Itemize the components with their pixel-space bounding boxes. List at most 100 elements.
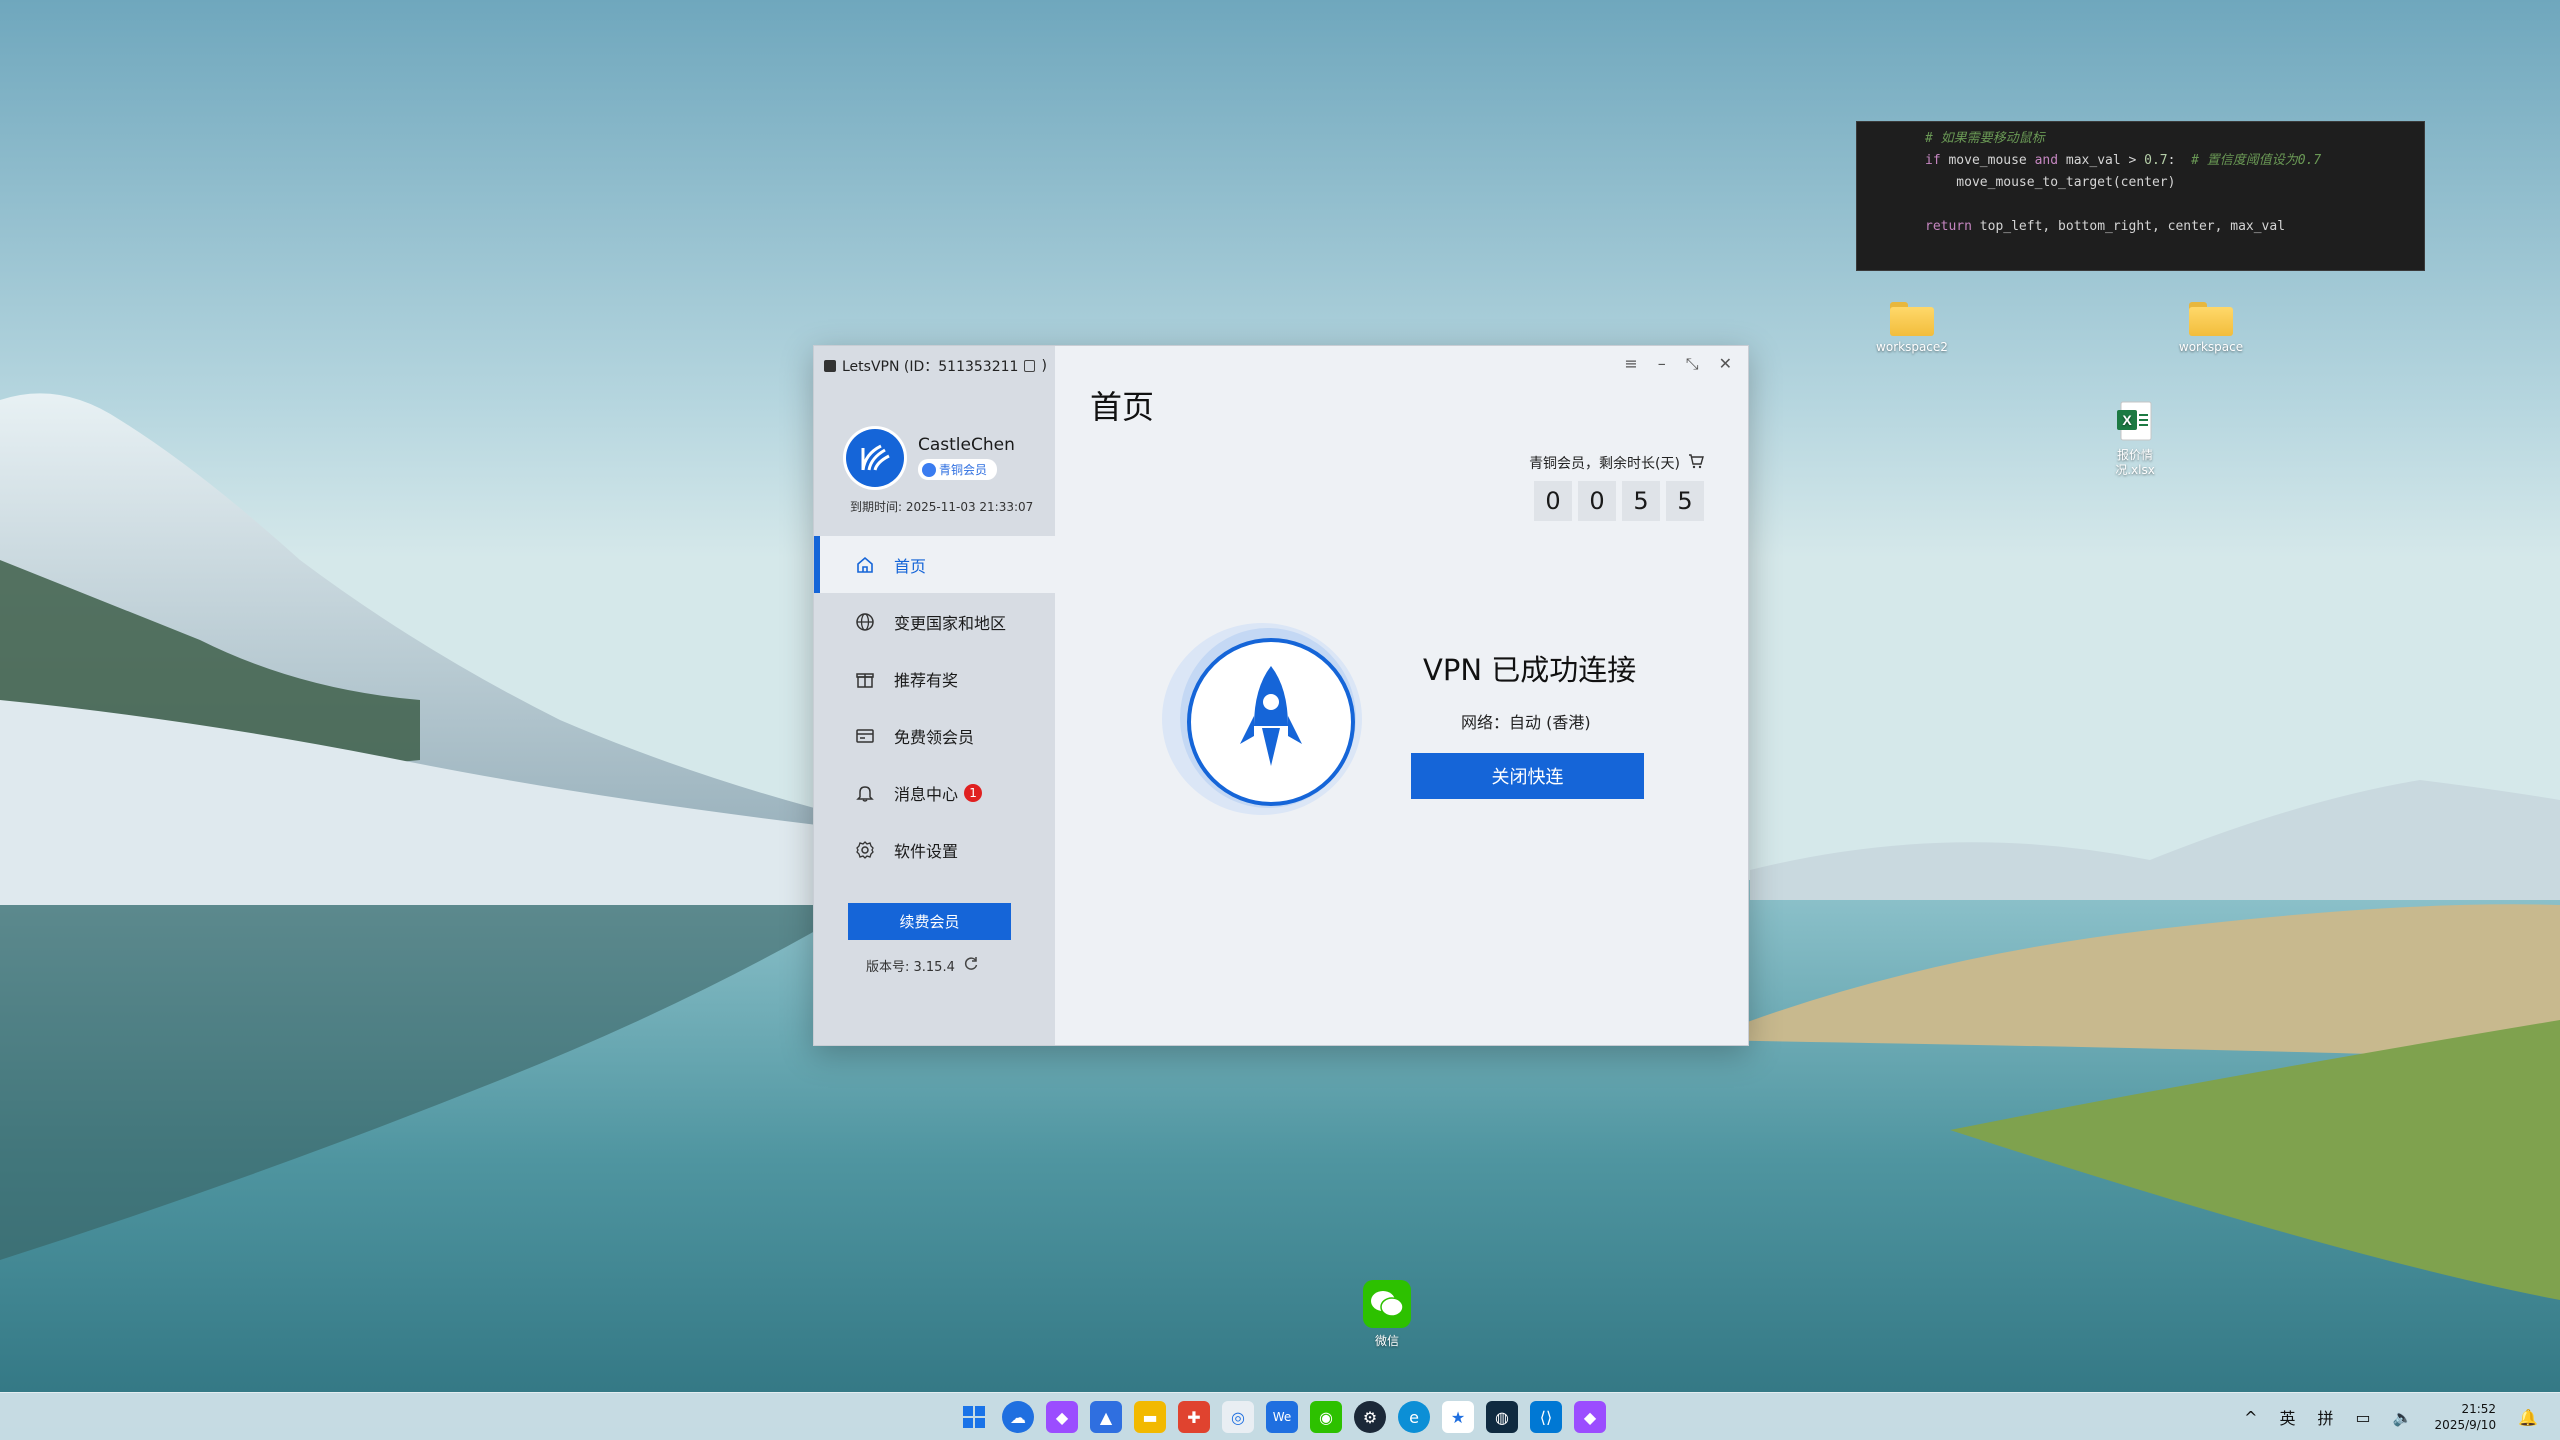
nav-item-change-region[interactable]: 变更国家和地区 bbox=[814, 593, 1055, 650]
desktop-folder-workspace[interactable]: workspace bbox=[2156, 302, 2266, 354]
windows-start-icon[interactable] bbox=[958, 1401, 990, 1433]
file-explorer-icon[interactable]: ▬ bbox=[1134, 1401, 1166, 1433]
version-info: 版本号: 3.15.4 bbox=[866, 955, 979, 975]
clock-date: 2025/9/10 bbox=[2434, 1418, 2497, 1432]
nav-label: 软件设置 bbox=[894, 841, 959, 861]
username: CastleChen bbox=[918, 435, 1015, 456]
tool-app-icon[interactable]: ✚ bbox=[1178, 1401, 1210, 1433]
digit: 0 bbox=[1534, 481, 1572, 521]
shrink-icon[interactable]: ⤡ bbox=[1686, 354, 1699, 374]
letsvpn-logo-icon bbox=[861, 444, 890, 471]
close-icon[interactable]: ✕ bbox=[1719, 354, 1732, 374]
desktop-shortcut-wechat[interactable]: 微信 bbox=[1332, 1280, 1442, 1349]
app-icon bbox=[824, 360, 836, 372]
code-editor-snippet: # 如果需要移动鼠标 if move_mouse and max_val > 0… bbox=[1856, 121, 2425, 271]
desktop-file-xlsx[interactable]: X 报价情况.xlsx bbox=[2080, 400, 2190, 478]
nav-label: 首页 bbox=[894, 556, 927, 576]
wechat-taskbar-icon[interactable]: ◉ bbox=[1310, 1401, 1342, 1433]
browser-app-icon[interactable]: ◎ bbox=[1222, 1401, 1254, 1433]
renew-membership-button[interactable]: 续费会员 bbox=[848, 903, 1011, 940]
network-mode: 网络：自动 (香港) bbox=[1461, 713, 1591, 732]
window-controls: ≡ – ⤡ ✕ bbox=[1624, 354, 1732, 374]
ai-assistant-icon[interactable]: ◆ bbox=[1046, 1401, 1078, 1433]
minimize-icon[interactable]: – bbox=[1658, 354, 1666, 374]
connection-status: VPN 已成功连接 bbox=[1423, 653, 1637, 687]
desktop-icon-label: workspace bbox=[2178, 340, 2244, 354]
ai-app-icon[interactable]: ◆ bbox=[1574, 1401, 1606, 1433]
svg-text:X: X bbox=[2122, 412, 2132, 428]
desktop-icon-label: workspace2 bbox=[1876, 340, 1948, 354]
star-app-icon[interactable]: ★ bbox=[1442, 1401, 1474, 1433]
card-icon bbox=[854, 725, 876, 747]
copy-icon[interactable] bbox=[1024, 360, 1036, 372]
system-tray: ^ 英 拼 ▭ 🔈 21:52 2025/9/10 🔔 bbox=[2244, 1393, 2560, 1440]
network-icon[interactable]: ▭ bbox=[2356, 1408, 2371, 1427]
nav-item-messages[interactable]: 消息中心 1 bbox=[814, 764, 1055, 821]
window-title: LetsVPN (ID：511353211 ) bbox=[824, 356, 1047, 376]
taskbar: ☁ ◆ ▲ ▬ ✚ ◎ We ◉ ⚙ e ★ ◍ ⟨⟩ ◆ ^ 英 拼 ▭ 🔈 … bbox=[0, 1392, 2560, 1440]
chevron-up-icon[interactable]: ^ bbox=[2244, 1408, 2257, 1427]
bell-icon bbox=[854, 782, 876, 804]
cart-icon[interactable] bbox=[1688, 453, 1704, 473]
page-title: 首页 bbox=[1090, 388, 1155, 426]
nav-item-referral[interactable]: 推荐有奖 bbox=[814, 650, 1055, 707]
remaining-time: 青铜会员，剩余时长(天) bbox=[1529, 453, 1704, 473]
digit: 0 bbox=[1578, 481, 1616, 521]
edge-icon[interactable]: e bbox=[1398, 1401, 1430, 1433]
globe-icon bbox=[854, 611, 876, 633]
menu-icon[interactable]: ≡ bbox=[1624, 354, 1637, 374]
clock[interactable]: 21:52 2025/9/10 bbox=[2435, 1401, 2497, 1433]
diamond-icon bbox=[922, 462, 936, 477]
letsvpn-window: LetsVPN (ID：511353211 ) CastleChen 青铜会员 bbox=[813, 345, 1749, 1046]
title-suffix: ) bbox=[1041, 358, 1047, 374]
ime-mode[interactable]: 拼 bbox=[2317, 1405, 2333, 1429]
ime-language[interactable]: 英 bbox=[2279, 1405, 2295, 1429]
digit: 5 bbox=[1666, 481, 1704, 521]
code-line: # 如果需要移动鼠标 bbox=[1925, 131, 2045, 146]
wechat-icon bbox=[1363, 1280, 1411, 1328]
remaining-days-counter: 0 0 5 5 bbox=[1534, 481, 1704, 521]
steam-icon[interactable]: ⚙ bbox=[1354, 1401, 1386, 1433]
remaining-label: 青铜会员，剩余时长(天) bbox=[1529, 456, 1680, 472]
notification-icon[interactable]: 🔔 bbox=[2518, 1408, 2538, 1427]
folder-icon bbox=[2189, 302, 2233, 336]
title-text: LetsVPN (ID：511353211 bbox=[842, 359, 1019, 375]
we-app-icon[interactable]: We bbox=[1266, 1401, 1298, 1433]
desktop-icon-label: 微信 bbox=[1374, 1334, 1399, 1348]
sidebar-nav: 首页 变更国家和地区 推荐有奖 免费领会员 消息中心 1 软件设置 bbox=[814, 536, 1055, 878]
nav-item-free-membership[interactable]: 免费领会员 bbox=[814, 707, 1055, 764]
desktop-icon-label: 报价情况.xlsx bbox=[2115, 448, 2155, 477]
unread-badge: 1 bbox=[964, 783, 983, 802]
nav-label: 消息中心 bbox=[894, 784, 959, 804]
code-line: return top_left, bottom_right, center, m… bbox=[1925, 219, 2286, 234]
nav-label: 免费领会员 bbox=[894, 727, 975, 747]
volume-icon[interactable]: 🔈 bbox=[2393, 1408, 2413, 1427]
baidu-netdisk-icon[interactable]: ☁ bbox=[1002, 1401, 1034, 1433]
folder-icon bbox=[1890, 302, 1934, 336]
vpn-taskbar-icon[interactable]: ◍ bbox=[1486, 1401, 1518, 1433]
taskbar-apps: ☁ ◆ ▲ ▬ ✚ ◎ We ◉ ⚙ e ★ ◍ ⟨⟩ ◆ bbox=[958, 1393, 1606, 1440]
clock-time: 21:52 bbox=[2461, 1402, 2497, 1416]
code-line: move_mouse_to_target(center) bbox=[1925, 175, 2176, 190]
membership-tier: 青铜会员 bbox=[939, 463, 988, 478]
nav-item-home[interactable]: 首页 bbox=[814, 536, 1055, 593]
cloud-drive-icon[interactable]: ▲ bbox=[1090, 1401, 1122, 1433]
nav-label: 推荐有奖 bbox=[894, 670, 959, 690]
connection-status-graphic bbox=[1154, 616, 1374, 826]
code-line: if move_mouse and max_val > 0.7: # 置信度阈值… bbox=[1925, 153, 2322, 168]
refresh-icon[interactable] bbox=[963, 955, 979, 975]
desktop-folder-workspace2[interactable]: workspace2 bbox=[1857, 302, 1967, 354]
expire-date: 到期时间: 2025-11-03 21:33:07 bbox=[850, 500, 1034, 514]
sidebar: LetsVPN (ID：511353211 ) CastleChen 青铜会员 bbox=[814, 346, 1055, 1045]
version-label: 版本号: 3.15.4 bbox=[866, 959, 955, 975]
digit: 5 bbox=[1622, 481, 1660, 521]
vscode-icon[interactable]: ⟨⟩ bbox=[1530, 1401, 1562, 1433]
user-profile: CastleChen 青铜会员 bbox=[846, 429, 1015, 487]
nav-item-settings[interactable]: 软件设置 bbox=[814, 821, 1055, 878]
avatar bbox=[846, 429, 904, 487]
gear-icon bbox=[854, 839, 876, 861]
rocket-icon bbox=[1162, 623, 1362, 815]
disconnect-button[interactable]: 关闭快连 bbox=[1411, 753, 1644, 799]
nav-label: 变更国家和地区 bbox=[894, 613, 1007, 633]
